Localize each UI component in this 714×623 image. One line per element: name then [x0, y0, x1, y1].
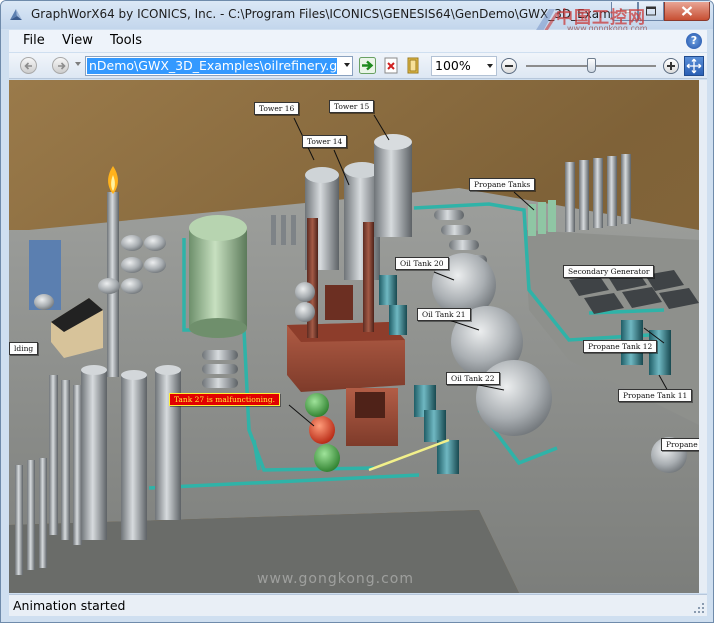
zoom-slider-thumb[interactable]: [586, 58, 596, 73]
go-arrow-icon[interactable]: [359, 57, 376, 74]
forward-arrow-icon: [58, 62, 66, 70]
label-tower-15: Tower 15: [329, 100, 375, 113]
toolbar: nDemo\GWX_3D_Examples\oilrefinery.gdfx 1…: [9, 53, 707, 79]
alert-tank-27: Tank 27 is malfunctioning.: [169, 393, 281, 406]
chimney-right: [363, 222, 374, 332]
shed-roof-box: [355, 392, 385, 418]
label-propane-tank-12: Propane Tank 12: [583, 340, 658, 353]
back-arrow-icon: [24, 62, 32, 70]
small-sphere-1: [295, 282, 315, 302]
fit-to-window-button[interactable]: [684, 56, 704, 76]
resize-grip-icon[interactable]: [694, 603, 705, 614]
status-bar: Animation started: [9, 594, 707, 616]
label-oil-tank-22: Oil Tank 22: [446, 372, 500, 385]
brick-roof: [287, 322, 405, 342]
display-path-input[interactable]: nDemo\GWX_3D_Examples\oilrefinery.gdfx: [85, 56, 353, 76]
zoom-value: 100%: [435, 58, 471, 73]
display-viewport[interactable]: Tower 16 Tower 15 Tower 14 Propane Tanks…: [9, 80, 699, 593]
label-propane-tank-11: Propane Tank 11: [618, 389, 693, 402]
zoom-out-button[interactable]: [501, 58, 517, 74]
window-title: GraphWorX64 by ICONICS, Inc. - C:\Progra…: [31, 7, 611, 21]
small-sphere-2: [295, 302, 315, 322]
label-secondary-generator: Secondary Generator: [563, 265, 655, 278]
label-tower-16: Tower 16: [254, 102, 300, 115]
secondary-generator-stacks: [565, 154, 631, 232]
label-tower-14: Tower 14: [302, 135, 348, 148]
label-building: lding: [9, 342, 39, 355]
tank-27: [309, 416, 335, 444]
label-propane-tanks: Propane Tanks: [469, 178, 536, 191]
zoom-select[interactable]: 100%: [431, 56, 497, 76]
open-file-icon[interactable]: [405, 57, 422, 74]
fit-to-window-icon: [686, 58, 702, 74]
refinery-3d-scene: [9, 80, 699, 593]
large-green-tank: [189, 228, 247, 328]
propane-tanks-cluster: [528, 200, 556, 236]
right-edge: [699, 80, 707, 593]
path-dropdown-icon[interactable]: [344, 63, 350, 67]
green-tank-bottom: [314, 444, 340, 472]
back-button[interactable]: [20, 57, 37, 74]
pipe-rack: [271, 215, 296, 245]
menu-tools[interactable]: Tools: [110, 33, 142, 48]
watermark: www.gongkong.com: [257, 571, 415, 587]
menu-file[interactable]: File: [23, 33, 45, 48]
history-dropdown-icon[interactable]: [75, 62, 81, 66]
zoom-dropdown-icon: [487, 64, 493, 68]
label-oil-tank-21: Oil Tank 21: [417, 308, 471, 321]
app-window: GraphWorX64 by ICONICS, Inc. - C:\Progra…: [0, 0, 714, 623]
status-text: Animation started: [13, 598, 126, 613]
stop-icon[interactable]: [383, 57, 400, 74]
help-button[interactable]: ?: [686, 33, 702, 49]
menu-bar: File View Tools ?: [9, 30, 707, 52]
forward-button[interactable]: [52, 57, 69, 74]
app-icon: [10, 9, 22, 20]
label-propane-cut: Propane T: [661, 438, 699, 451]
green-tank-top: [305, 393, 329, 417]
label-oil-tank-20: Oil Tank 20: [395, 257, 449, 270]
close-icon: [681, 6, 693, 16]
roof-box: [325, 285, 353, 320]
menu-view[interactable]: View: [62, 33, 93, 48]
display-path-text: nDemo\GWX_3D_Examples\oilrefinery.gdfx: [87, 58, 337, 74]
zoom-in-button[interactable]: [663, 58, 679, 74]
